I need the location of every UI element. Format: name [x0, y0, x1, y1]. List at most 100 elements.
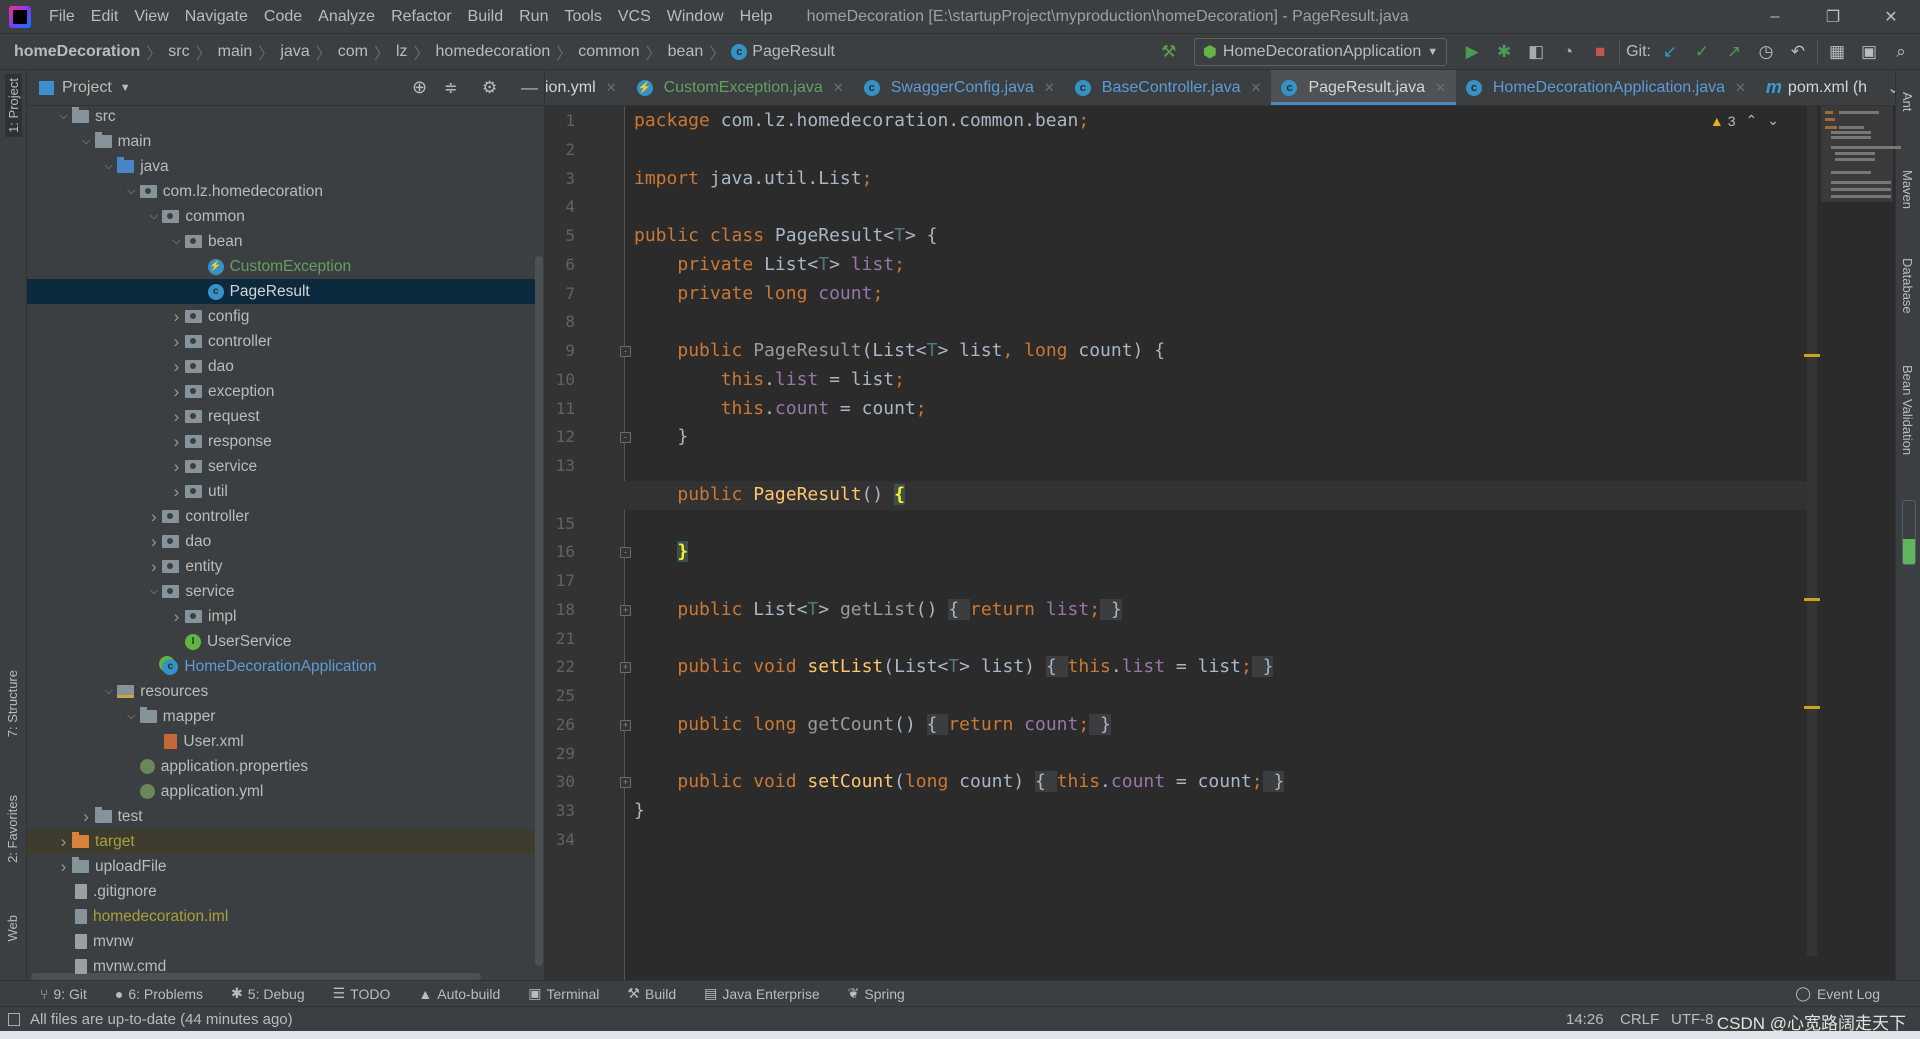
- tree-item[interactable]: .gitignore: [27, 879, 535, 904]
- tree-item[interactable]: c PageResult: [27, 279, 535, 304]
- tree-item[interactable]: › dao: [27, 354, 535, 379]
- chevron-down-icon[interactable]: ⌵: [123, 185, 140, 198]
- breadcrumb-item[interactable]: lz: [396, 43, 408, 61]
- error-stripe[interactable]: [1807, 106, 1817, 956]
- fold-collapse-icon[interactable]: -: [620, 547, 631, 559]
- menu-run[interactable]: Run: [511, 8, 556, 26]
- chevron-down-icon[interactable]: ⌵: [145, 585, 162, 598]
- chevron-right-icon[interactable]: ›: [55, 832, 72, 852]
- warning-marker[interactable]: [1804, 598, 1820, 601]
- tree-item[interactable]: ⌵ resources: [27, 679, 535, 704]
- tree-item[interactable]: › response: [27, 429, 535, 454]
- locate-icon[interactable]: ⊕: [412, 77, 427, 98]
- close-button[interactable]: ✕: [1862, 0, 1920, 34]
- tool-5-debug[interactable]: ✱ 5: Debug: [231, 985, 305, 1002]
- warning-marker[interactable]: [1804, 354, 1820, 357]
- close-tab-icon[interactable]: ✕: [1251, 80, 1262, 96]
- chevron-right-icon[interactable]: ›: [168, 607, 185, 627]
- fold-expand-icon[interactable]: +: [620, 777, 631, 789]
- tree-item[interactable]: mvnw.cmd: [27, 954, 535, 979]
- tool-database[interactable]: Database: [1900, 258, 1915, 314]
- menu-file[interactable]: File: [41, 8, 83, 26]
- tree-item[interactable]: ⚡ CustomException: [27, 254, 535, 279]
- tab-basecontroller-java[interactable]: c BaseController.java ✕: [1065, 70, 1272, 105]
- chevron-down-icon[interactable]: ⌵: [78, 135, 95, 148]
- tool-build[interactable]: ⚒ Build: [627, 985, 676, 1002]
- tool-maven[interactable]: Maven: [1900, 170, 1915, 209]
- menu-navigate[interactable]: Navigate: [177, 8, 256, 26]
- tree-item[interactable]: › dao: [27, 529, 535, 554]
- minimize-button[interactable]: –: [1746, 0, 1804, 34]
- breadcrumb-item[interactable]: src: [168, 43, 189, 61]
- chevron-right-icon[interactable]: ›: [145, 532, 162, 552]
- chevron-down-icon[interactable]: ⌵: [100, 160, 117, 173]
- menu-view[interactable]: View: [126, 8, 176, 26]
- chevron-right-icon[interactable]: ›: [168, 332, 185, 352]
- chevron-right-icon[interactable]: ›: [145, 557, 162, 577]
- caret-position[interactable]: 14:26: [1566, 1011, 1604, 1028]
- chevron-right-icon[interactable]: ›: [168, 407, 185, 427]
- chevron-right-icon[interactable]: ›: [168, 482, 185, 502]
- chevron-down-icon[interactable]: ⌵: [55, 110, 72, 123]
- fold-expand-icon[interactable]: +: [620, 719, 631, 731]
- tool-todo[interactable]: ☰ TODO: [333, 985, 391, 1002]
- tree-item[interactable]: ⌵ java: [27, 154, 535, 179]
- gear-icon[interactable]: ⚙: [482, 78, 497, 98]
- menu-edit[interactable]: Edit: [83, 8, 127, 26]
- history-icon[interactable]: ◷: [1753, 39, 1779, 65]
- hammer-icon[interactable]: ⚒: [1156, 39, 1182, 65]
- tool-terminal[interactable]: ▣ Terminal: [528, 985, 599, 1002]
- breadcrumb-item[interactable]: main: [218, 43, 253, 61]
- previous-highlight-icon[interactable]: ⌃: [1746, 112, 1758, 129]
- tab-swaggerconfig-java[interactable]: c SwaggerConfig.java ✕: [854, 70, 1065, 105]
- collapse-all-icon[interactable]: ≑: [444, 78, 457, 98]
- tool-ant[interactable]: Ant: [1900, 92, 1915, 112]
- tab-pageresult-java[interactable]: c PageResult.java ✕: [1271, 70, 1457, 105]
- stop-icon[interactable]: ■: [1587, 39, 1613, 65]
- breadcrumb-item[interactable]: homedecoration: [436, 43, 551, 61]
- chevron-right-icon[interactable]: ›: [55, 857, 72, 877]
- menu-tools[interactable]: Tools: [556, 8, 609, 26]
- tab-ion-yml[interactable]: ion.yml ✕: [545, 70, 627, 105]
- menu-vcs[interactable]: VCS: [610, 8, 659, 26]
- next-highlight-icon[interactable]: ⌄: [1767, 112, 1779, 129]
- tree-item[interactable]: › entity: [27, 554, 535, 579]
- tool-favorites[interactable]: 2: Favorites: [5, 795, 20, 863]
- inspection-widget[interactable]: ▲ 3 ⌃ ⌄: [1710, 112, 1779, 129]
- tree-item[interactable]: › service: [27, 454, 535, 479]
- menu-help[interactable]: Help: [732, 8, 781, 26]
- tree-item[interactable]: ⌵ bean: [27, 229, 535, 254]
- tool-6-problems[interactable]: ● 6: Problems: [115, 986, 203, 1002]
- profile-icon[interactable]: ◔: [1555, 39, 1581, 65]
- tree-scrollbar[interactable]: [535, 256, 543, 966]
- tool-9-git[interactable]: ⑂ 9: Git: [40, 986, 87, 1002]
- hide-icon[interactable]: —: [521, 78, 538, 98]
- tree-item[interactable]: › request: [27, 404, 535, 429]
- run-config-dropdown[interactable]: ⬢ HomeDecorationApplication ▼: [1193, 38, 1448, 66]
- tree-item[interactable]: › config: [27, 304, 535, 329]
- tool-java-enterprise[interactable]: ▤ Java Enterprise: [704, 985, 820, 1002]
- chevron-right-icon[interactable]: ›: [78, 807, 95, 827]
- chevron-right-icon[interactable]: ›: [168, 457, 185, 477]
- tree-item[interactable]: application.yml: [27, 779, 535, 804]
- code-editor[interactable]: 123456789-101112-1314-1516-1718+2122+252…: [545, 106, 1901, 980]
- close-tab-icon[interactable]: ✕: [1044, 80, 1055, 96]
- tab-list-chevron-icon[interactable]: ⌄: [1877, 70, 1895, 105]
- chevron-right-icon[interactable]: ›: [168, 432, 185, 452]
- search-icon[interactable]: ⌕: [1888, 39, 1914, 65]
- tool-web[interactable]: Web: [5, 915, 20, 942]
- close-tab-icon[interactable]: ✕: [606, 80, 617, 96]
- tool-structure[interactable]: 7: Structure: [5, 670, 20, 737]
- rollback-icon[interactable]: ↶: [1785, 39, 1811, 65]
- fold-expand-icon[interactable]: +: [620, 604, 631, 616]
- line-separator[interactable]: CRLF: [1620, 1011, 1659, 1028]
- tab-homedecorationapplication-java[interactable]: c HomeDecorationApplication.java ✕: [1456, 70, 1756, 105]
- tree-item[interactable]: › uploadFile: [27, 854, 535, 879]
- tree-item[interactable]: ⌵ src: [27, 106, 535, 129]
- menu-refactor[interactable]: Refactor: [383, 8, 459, 26]
- tab-pom-xml-h[interactable]: m pom.xml (h: [1756, 70, 1877, 105]
- tab-customexception-java[interactable]: ⚡ CustomException.java ✕: [627, 70, 854, 105]
- fold-collapse-icon[interactable]: -: [620, 346, 631, 358]
- fold-expand-icon[interactable]: +: [620, 662, 631, 674]
- chevron-right-icon[interactable]: ›: [168, 357, 185, 377]
